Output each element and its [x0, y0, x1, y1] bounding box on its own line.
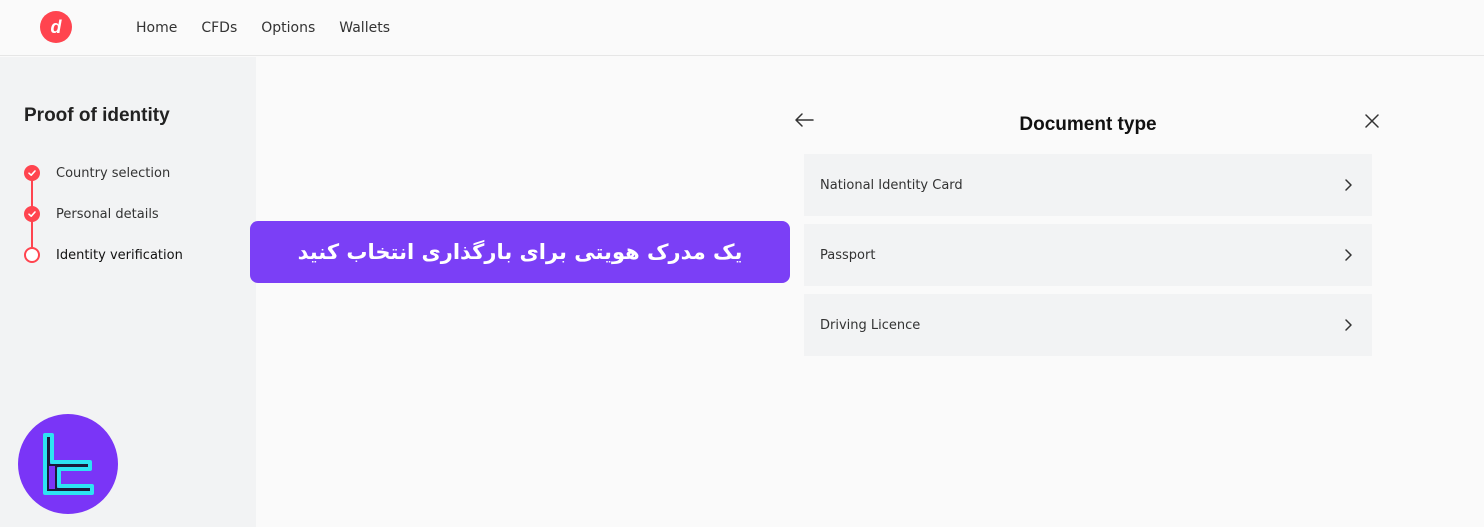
- check-icon: [24, 206, 40, 222]
- chevron-right-icon: [1345, 179, 1352, 191]
- brand-logo-letter: d: [50, 17, 62, 37]
- back-arrow-icon[interactable]: [792, 110, 816, 130]
- check-icon: [24, 165, 40, 181]
- brand-logo[interactable]: d: [40, 11, 72, 43]
- watermark-logo: [18, 414, 118, 514]
- document-option-passport[interactable]: Passport: [804, 224, 1372, 286]
- nav-cfds[interactable]: CFDs: [201, 20, 237, 36]
- step-label: Country selection: [56, 165, 171, 181]
- step-label: Identity verification: [56, 247, 183, 263]
- chevron-right-icon: [1345, 319, 1352, 331]
- main-nav: Home CFDs Options Wallets: [136, 0, 390, 56]
- current-step-icon: [24, 247, 40, 263]
- document-option-national-id[interactable]: National Identity Card: [804, 154, 1372, 216]
- step-identity-verification: Identity verification: [24, 246, 244, 264]
- step-personal-details: Personal details: [24, 205, 244, 223]
- close-icon[interactable]: [1362, 111, 1382, 131]
- dialog-title: Document type: [1019, 114, 1157, 135]
- nav-wallets[interactable]: Wallets: [339, 20, 390, 36]
- document-option-label: Passport: [820, 247, 876, 263]
- nav-options[interactable]: Options: [261, 20, 315, 36]
- top-navigation-bar: d Home CFDs Options Wallets: [0, 0, 1484, 56]
- instruction-banner: یک مدرک هویتی برای بارگذاری انتخاب کنید: [250, 221, 790, 283]
- step-country-selection: Country selection: [24, 164, 244, 182]
- document-type-list: National Identity Card Passport Driving …: [804, 154, 1372, 364]
- sidebar-title: Proof of identity: [24, 105, 170, 126]
- step-label: Personal details: [56, 206, 159, 222]
- document-option-label: National Identity Card: [820, 177, 963, 193]
- document-option-driving-licence[interactable]: Driving Licence: [804, 294, 1372, 356]
- nav-home[interactable]: Home: [136, 20, 177, 36]
- document-option-label: Driving Licence: [820, 317, 921, 333]
- chevron-right-icon: [1345, 249, 1352, 261]
- watermark-logo-glyph: [43, 433, 94, 495]
